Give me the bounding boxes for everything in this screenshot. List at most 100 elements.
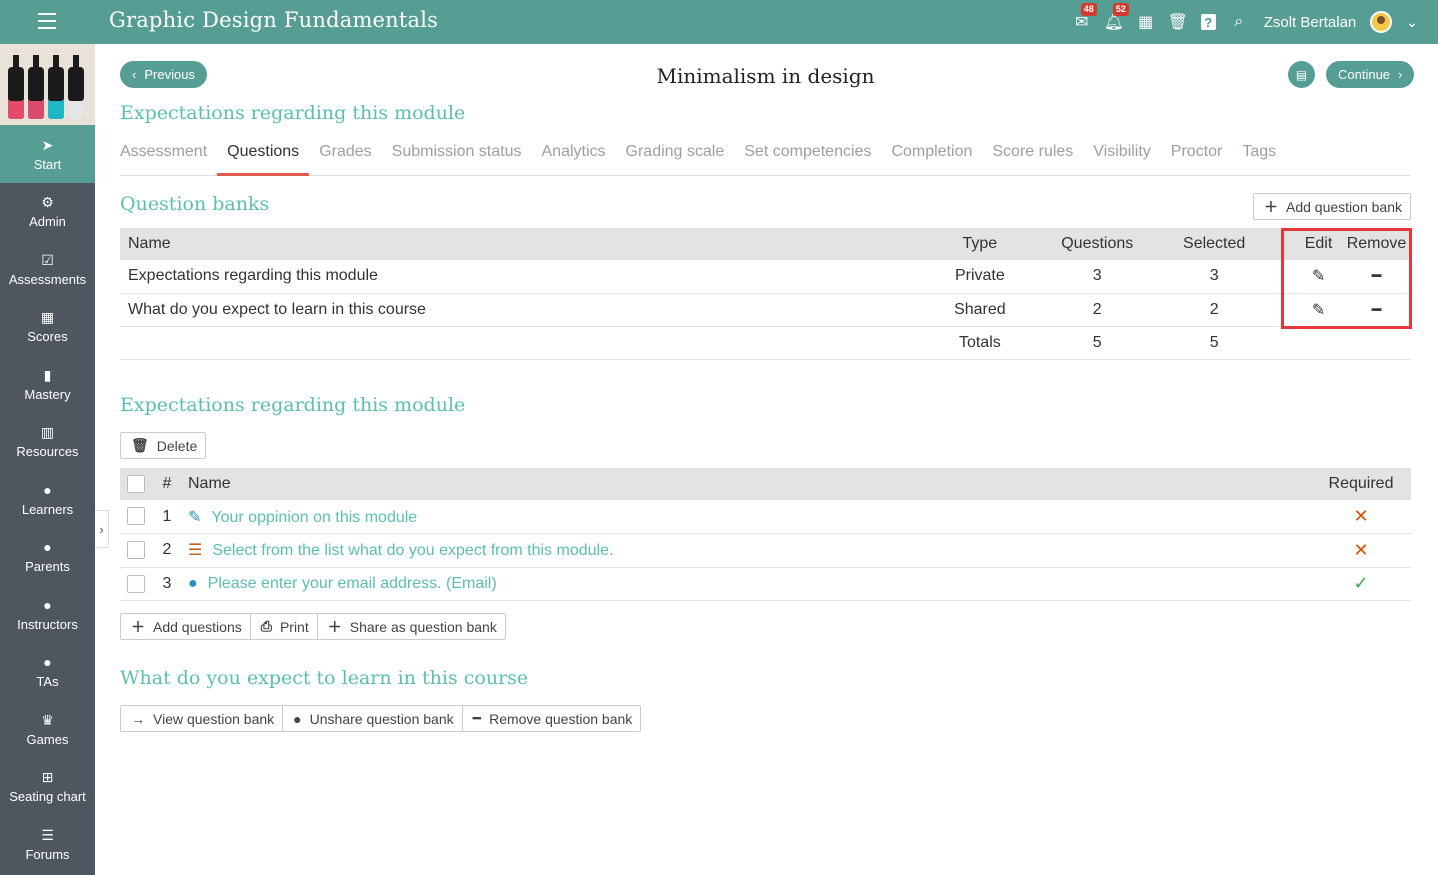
add-questions-label: Add questions — [153, 618, 242, 635]
sidebar-item-forums[interactable]: ☰ Forums — [0, 815, 95, 873]
tab-proctor[interactable]: Proctor — [1161, 139, 1233, 176]
messages-badge: 48 — [1080, 3, 1097, 16]
chevron-down-icon[interactable]: ⌄ — [1406, 14, 1418, 31]
col-name[interactable]: Name — [120, 228, 899, 260]
question-banks-table: Name Type Questions Selected Edit Remove… — [120, 228, 1411, 360]
question-type-icon: ✎ — [188, 508, 202, 526]
tab-grades[interactable]: Grades — [309, 139, 381, 176]
sidebar-item-resources[interactable]: ▥ Resources — [0, 413, 95, 471]
sidebar-item-learners[interactable]: ● Learners — [0, 470, 95, 528]
question-link[interactable]: Your oppinion on this module — [211, 509, 417, 526]
sidebar-item-label: Seating chart — [9, 789, 86, 805]
search-icon[interactable]: ⌕ — [1230, 13, 1248, 31]
printer-icon: ⎙ — [260, 618, 272, 634]
top-bar: Graphic Design Fundamentals ✉ 48 🔔︎ 52 ▦ 🗑… — [0, 0, 1438, 44]
row-number: 2 — [152, 533, 182, 568]
questions-table: # Name Required 1 ✎ Your oppinion on this … — [120, 468, 1411, 601]
bell-icon[interactable]: 🔔︎ 52 — [1104, 3, 1129, 31]
question-type-icon: ☰ — [188, 542, 203, 560]
view-bank-button[interactable]: → View question bank — [121, 706, 284, 731]
notes-icon[interactable]: ▤ — [1288, 61, 1315, 88]
tab-assessment[interactable]: Assessment — [120, 139, 217, 176]
sidebar-icon: ▥ — [40, 424, 55, 441]
user-name[interactable]: Zsolt Bertalan — [1264, 14, 1357, 31]
tab-analytics[interactable]: Analytics — [532, 139, 616, 176]
cross-icon: ✕ — [1311, 533, 1411, 568]
trash-icon[interactable]: 🗑︎ — [1168, 13, 1188, 31]
cross-icon: ✕ — [1311, 500, 1411, 534]
print-button[interactable]: ⎙ Print — [251, 614, 318, 639]
calendar-icon[interactable]: ▦ — [1137, 13, 1155, 31]
col-question-name[interactable]: Name — [182, 468, 1311, 500]
remove-bank-button[interactable]: ━ Remove question bank — [463, 706, 641, 731]
user-icon: ● — [293, 710, 302, 727]
sidebar-item-assessments[interactable]: ☑ Assessments — [0, 240, 95, 298]
sidebar-item-seating-chart[interactable]: ⊞ Seating chart — [0, 758, 95, 816]
course-title[interactable]: Graphic Design Fundamentals — [109, 8, 438, 32]
tab-questions[interactable]: Questions — [217, 139, 310, 176]
continue-button[interactable]: Continue › — [1326, 61, 1415, 88]
questions-section-heading: Expectations regarding this module — [120, 394, 466, 416]
tab-score-rules[interactable]: Score rules — [982, 139, 1083, 176]
col-selected[interactable]: Selected — [1133, 228, 1296, 260]
print-label: Print — [279, 618, 309, 635]
sidebar-item-tas[interactable]: ● TAs — [0, 643, 95, 701]
help-icon[interactable]: ? — [1200, 14, 1216, 30]
row-checkbox[interactable] — [120, 533, 152, 568]
tab-submission-status[interactable]: Submission status — [382, 139, 532, 176]
avatar[interactable] — [1370, 11, 1393, 33]
tab-completion[interactable]: Completion — [881, 139, 982, 176]
tab-set-competencies[interactable]: Set competencies — [734, 139, 881, 176]
question-type-icon: ● — [188, 574, 198, 592]
sidebar-item-label: Resources — [16, 444, 79, 460]
sidebar-item-admin[interactable]: ⚙ Admin — [0, 183, 95, 241]
messages-icon[interactable]: ✉ 48 — [1073, 3, 1097, 31]
row-checkbox[interactable] — [120, 500, 152, 534]
question-link[interactable]: Select from the list what do you expect … — [212, 542, 613, 559]
col-questions[interactable]: Questions — [1061, 228, 1134, 260]
sidebar-icon: ▦ — [40, 309, 55, 326]
bank-selected: 2 — [1133, 293, 1296, 327]
totals-selected: 5 — [1133, 326, 1296, 360]
delete-button[interactable]: 🗑︎ Delete — [120, 432, 207, 459]
sidebar-item-instructors[interactable]: ● Instructors — [0, 585, 95, 643]
select-all-checkbox[interactable] — [120, 468, 152, 500]
course-image[interactable] — [0, 44, 95, 125]
arrow-right-icon: → — [131, 710, 145, 727]
sidebar-icon: ⊞ — [41, 769, 54, 786]
col-type[interactable]: Type — [898, 228, 1062, 260]
bank-type: Shared — [898, 293, 1062, 327]
sidebar-item-games[interactable]: ♛ Games — [0, 700, 95, 758]
col-required[interactable]: Required — [1311, 468, 1411, 500]
share-as-bank-button[interactable]: ＋ Share as question bank — [318, 614, 505, 639]
sidebar-item-mastery[interactable]: ▮ Mastery — [0, 355, 95, 413]
question-link[interactable]: Please enter your email address. (Email) — [208, 575, 497, 592]
sidebar-item-start[interactable]: ➤ Start — [0, 125, 95, 183]
tab-grading-scale[interactable]: Grading scale — [616, 139, 735, 176]
sidebar-item-parents[interactable]: ● Parents — [0, 528, 95, 586]
module-heading[interactable]: Expectations regarding this module — [120, 102, 465, 124]
sidebar-item-label: Assessments — [8, 271, 87, 287]
continue-label: Continue — [1338, 67, 1391, 82]
question-cell: ✎ Your oppinion on this module — [182, 500, 1311, 534]
tab-tags[interactable]: Tags — [1232, 139, 1286, 176]
bank-name-link[interactable]: Expectations regarding this module — [120, 260, 899, 294]
sidebar-item-label: Start — [33, 156, 62, 172]
menu-icon[interactable] — [38, 13, 56, 29]
sidebar-item-label: Mastery — [24, 386, 71, 402]
sidebar-icon: ⚙ — [41, 194, 54, 211]
page-title: Minimalism in design — [656, 64, 875, 88]
sidebar-icon: ➤ — [41, 136, 54, 153]
sidebar-collapse-toggle[interactable]: › — [95, 510, 109, 548]
table-row: What do you expect to learn in this cour… — [120, 293, 1411, 327]
sidebar-item-label: Scores — [27, 329, 68, 345]
bank-name-link[interactable]: What do you expect to learn in this cour… — [120, 293, 899, 327]
unshare-bank-button[interactable]: ● Unshare question bank — [283, 706, 463, 731]
shared-section-heading: What do you expect to learn in this cour… — [120, 667, 529, 689]
row-checkbox[interactable] — [120, 567, 152, 601]
sidebar-item-label: Parents — [25, 559, 70, 575]
sidebar-item-scores[interactable]: ▦ Scores — [0, 298, 95, 356]
add-questions-button[interactable]: ＋ Add questions — [121, 614, 251, 639]
add-question-bank-button[interactable]: ＋ Add question bank — [1253, 193, 1411, 220]
tab-visibility[interactable]: Visibility — [1083, 139, 1161, 176]
